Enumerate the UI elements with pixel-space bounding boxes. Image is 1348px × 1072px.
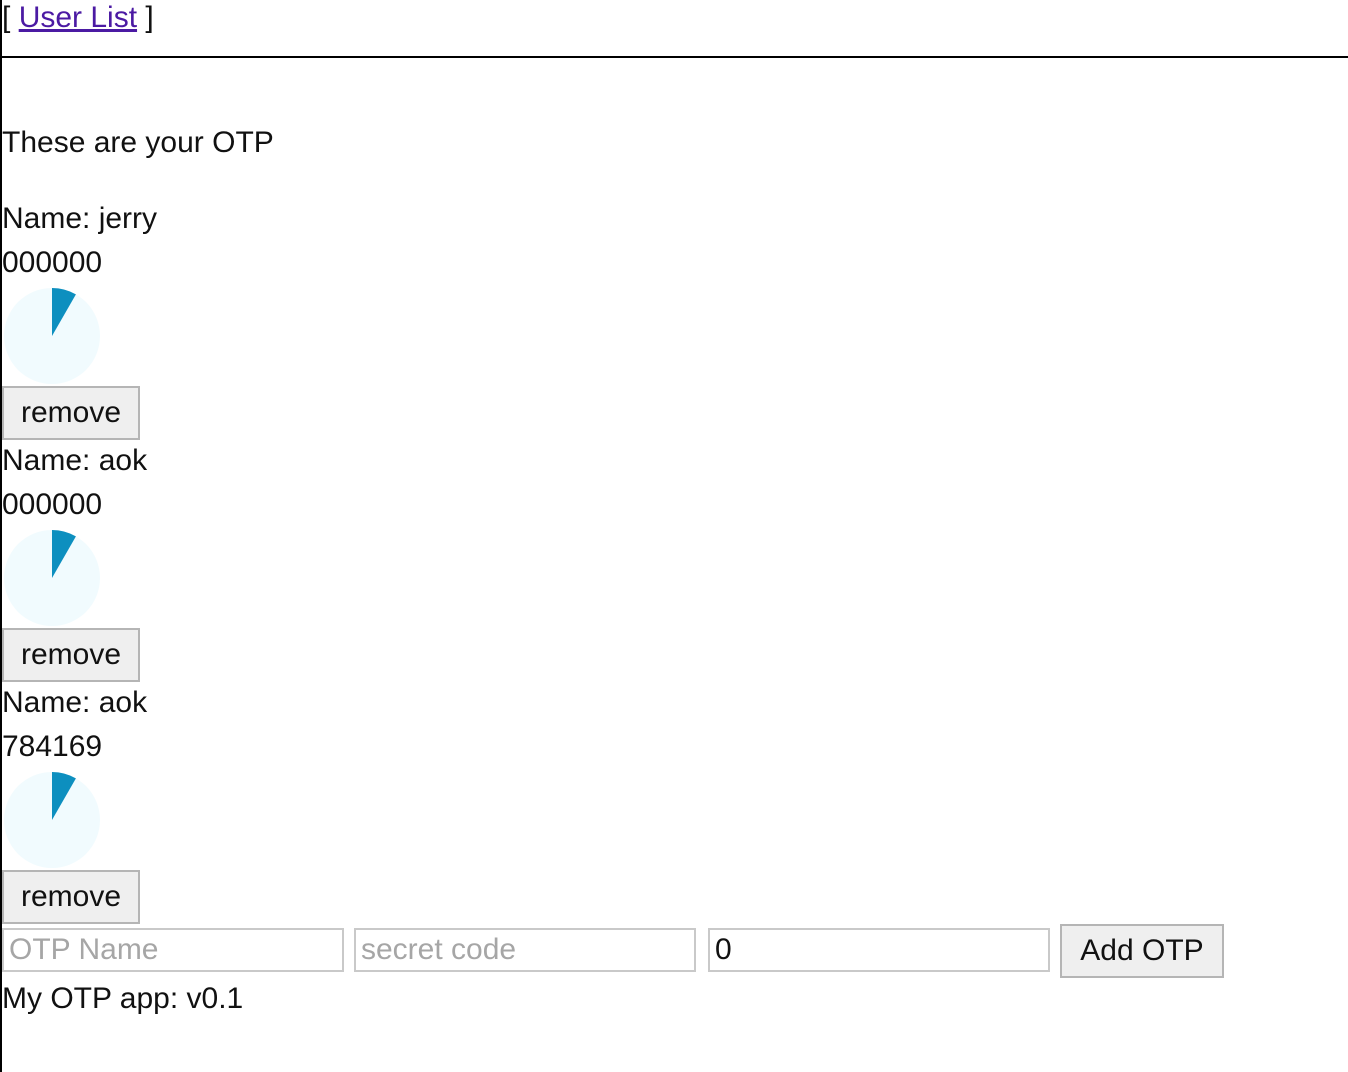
- remove-button[interactable]: remove: [2, 870, 140, 924]
- otp-name: Name: aok: [2, 686, 148, 719]
- footer-version: My OTP app: v0.1: [2, 982, 244, 1015]
- otp-code: 784169: [2, 730, 103, 763]
- otp-name: Name: aok: [2, 444, 148, 477]
- countdown-timer-icon: [4, 772, 100, 868]
- otp-name: Name: jerry: [2, 202, 158, 235]
- countdown-timer-icon: [4, 288, 100, 384]
- otp-code: 000000: [2, 488, 103, 521]
- otp-name-input[interactable]: [2, 928, 344, 972]
- user-list-link[interactable]: User List: [19, 1, 137, 34]
- intro-text: These are your OTP: [2, 126, 274, 159]
- add-otp-form: Add OTP: [2, 924, 1242, 978]
- number-input[interactable]: [708, 928, 1050, 972]
- secret-code-input[interactable]: [354, 928, 696, 972]
- otp-code: 000000: [2, 246, 103, 279]
- add-otp-button[interactable]: Add OTP: [1060, 924, 1224, 978]
- countdown-timer-icon: [4, 530, 100, 626]
- remove-button[interactable]: remove: [2, 628, 140, 682]
- nav-open-bracket: [: [2, 1, 11, 34]
- nav-close-bracket: ]: [145, 1, 154, 34]
- remove-button[interactable]: remove: [2, 386, 140, 440]
- top-nav: [ User List ]: [2, 0, 154, 36]
- header-divider: [0, 56, 1348, 58]
